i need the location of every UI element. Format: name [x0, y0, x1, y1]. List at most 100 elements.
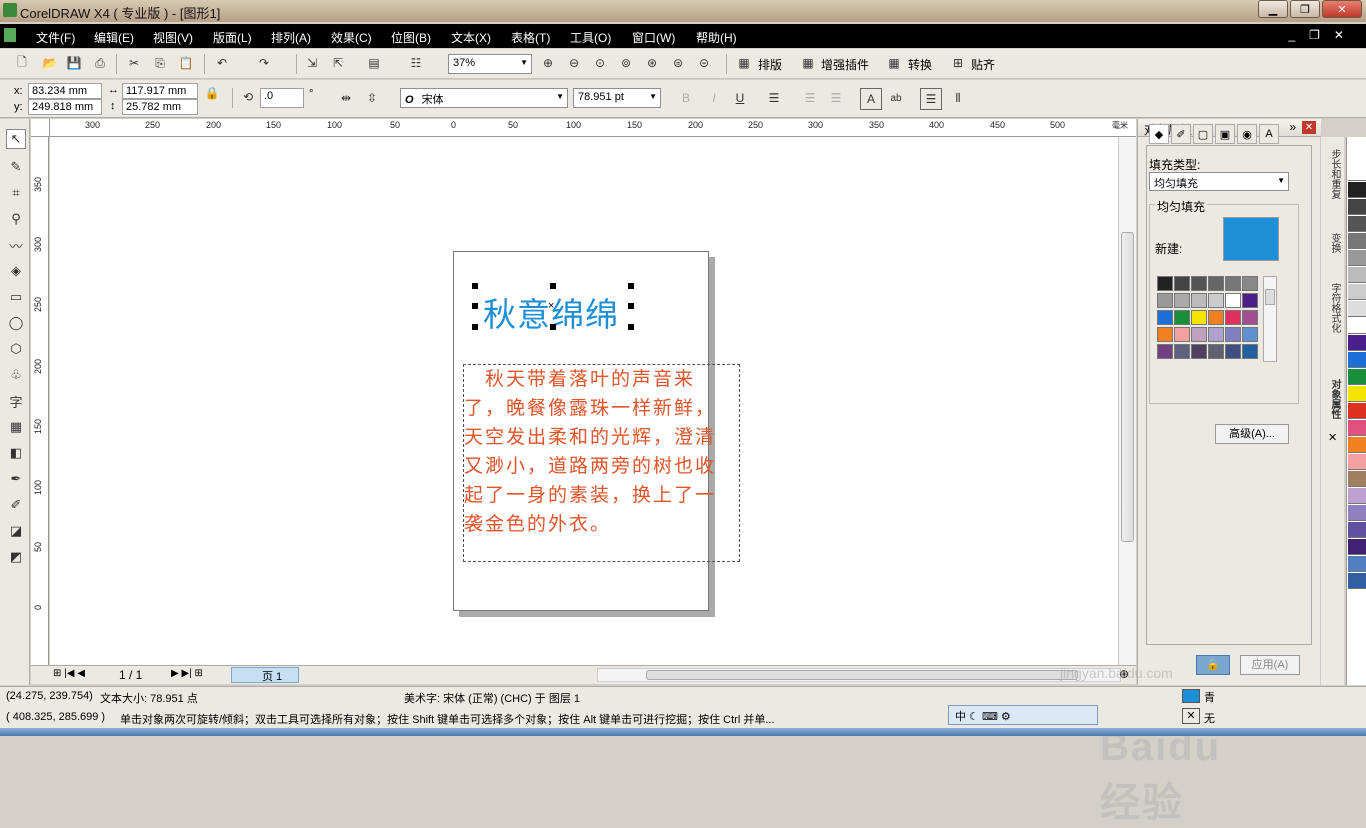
redo-icon[interactable]: ↷ — [256, 55, 272, 71]
lock-icon[interactable]: 🔒 — [1196, 655, 1230, 675]
palette-color[interactable] — [1348, 301, 1366, 317]
color-swatch[interactable] — [1208, 310, 1224, 325]
cut-icon[interactable]: ✂ — [126, 55, 142, 71]
convert-label[interactable]: 转换 — [908, 56, 932, 73]
palette-color[interactable] — [1348, 165, 1366, 181]
selection-handle[interactable] — [628, 303, 634, 309]
new-icon[interactable]: 🗋 — [14, 55, 30, 71]
docker-tab-transform[interactable]: 变换 — [1324, 233, 1342, 253]
internet-tab-icon[interactable]: ◉ — [1237, 124, 1257, 144]
color-swatch[interactable] — [1191, 310, 1207, 325]
zoom-all-icon[interactable]: ⊚ — [618, 55, 634, 71]
selection-handle[interactable] — [628, 283, 634, 289]
menu-effects[interactable]: 效果(C) — [331, 29, 372, 46]
palette-color[interactable] — [1348, 199, 1366, 215]
interactive-fill-tool-icon[interactable]: ◩ — [6, 547, 26, 567]
palette-color[interactable] — [1348, 522, 1366, 538]
panel-collapse-icon[interactable]: » — [1289, 120, 1296, 134]
document-icon[interactable] — [4, 28, 16, 42]
italic-icon[interactable]: I — [706, 90, 722, 106]
next-page-icon[interactable]: ▶ ▶| ⊞ — [171, 668, 203, 679]
rotation-angle-field[interactable]: .0 — [260, 88, 304, 108]
color-swatch[interactable] — [1174, 276, 1190, 291]
zoom-page-icon[interactable]: ⊛ — [644, 55, 660, 71]
palette-color[interactable] — [1348, 369, 1366, 385]
lock-ratio-icon[interactable]: 🔒 — [204, 85, 220, 101]
swatch-scrollbar[interactable] — [1263, 276, 1277, 362]
freehand-tool-icon[interactable]: 〰 — [6, 235, 26, 255]
x-position-field[interactable]: 83.234 mm — [28, 83, 102, 99]
color-swatch[interactable] — [1191, 293, 1207, 308]
color-swatch[interactable] — [1191, 344, 1207, 359]
outline-tool-icon[interactable]: ✐ — [6, 495, 26, 515]
crop-tool-icon[interactable]: ⌗ — [6, 183, 26, 203]
palette-color[interactable] — [1348, 539, 1366, 555]
layout-plugin-icon[interactable]: ▦ — [736, 55, 752, 71]
layout-plugin-label[interactable]: 排版 — [758, 56, 782, 73]
ime-toolbar[interactable]: 中 ☾ ⌨ ⚙ — [948, 705, 1098, 725]
welcome-screen-icon[interactable]: ☷ — [408, 55, 424, 71]
color-swatch[interactable] — [1225, 293, 1241, 308]
page-tab[interactable]: 页 1 — [231, 667, 299, 683]
palette-color[interactable] — [1348, 471, 1366, 487]
close-button[interactable]: ✕ — [1322, 0, 1362, 18]
zoom-height-icon[interactable]: ⊝ — [696, 55, 712, 71]
ruler-corner[interactable] — [31, 119, 50, 137]
paste-icon[interactable]: 📋 — [178, 55, 194, 71]
minimize-button[interactable]: ▁ — [1258, 0, 1288, 18]
palette-color[interactable] — [1348, 182, 1366, 198]
color-swatch[interactable] — [1174, 327, 1190, 342]
align-icon[interactable]: ☰ — [766, 90, 782, 106]
menu-text[interactable]: 文本(X) — [451, 29, 491, 46]
color-swatch[interactable] — [1191, 327, 1207, 342]
mirror-horizontal-icon[interactable]: ⇹ — [338, 90, 354, 106]
bold-icon[interactable]: B — [678, 90, 694, 106]
selection-handle[interactable] — [550, 283, 556, 289]
color-swatch[interactable] — [1242, 344, 1258, 359]
menu-file[interactable]: 文件(F) — [36, 29, 75, 46]
doc-window-buttons[interactable]: _❐✕ — [1289, 28, 1359, 42]
zoom-level-select[interactable]: 37% ▼ — [448, 54, 532, 74]
palette-color[interactable] — [1348, 250, 1366, 266]
palette-color[interactable] — [1348, 233, 1366, 249]
vertical-scroll-thumb[interactable] — [1121, 232, 1134, 542]
zoom-in-icon[interactable]: ⊕ — [540, 55, 556, 71]
horizontal-scrollbar[interactable] — [597, 668, 1121, 682]
menu-layout[interactable]: 版面(L) — [213, 29, 252, 46]
palette-color[interactable] — [1348, 556, 1366, 572]
snap-label[interactable]: 贴齐 — [971, 56, 995, 73]
menu-table[interactable]: 表格(T) — [511, 29, 550, 46]
color-swatch[interactable] — [1242, 310, 1258, 325]
color-swatch[interactable] — [1208, 293, 1224, 308]
zoom-tool-icon[interactable]: ⚲ — [6, 209, 26, 229]
character-format-icon[interactable]: A — [860, 88, 882, 110]
application-launcher-icon[interactable]: ▤ — [366, 55, 382, 71]
selection-handle[interactable] — [628, 324, 634, 330]
palette-color[interactable] — [1348, 267, 1366, 283]
horizontal-scroll-thumb[interactable] — [646, 670, 1078, 680]
horizontal-text-icon[interactable]: ☰ — [920, 88, 942, 110]
color-swatch[interactable] — [1157, 276, 1173, 291]
color-swatch[interactable] — [1174, 344, 1190, 359]
selection-handle[interactable] — [472, 324, 478, 330]
palette-color[interactable] — [1348, 437, 1366, 453]
width-field[interactable]: 117.917 mm — [122, 83, 198, 99]
zoom-out-icon[interactable]: ⊖ — [566, 55, 582, 71]
first-page-icon[interactable]: ⊞ |◀ ◀ — [53, 668, 85, 679]
palette-color[interactable] — [1348, 318, 1366, 334]
ellipse-tool-icon[interactable]: ◯ — [6, 313, 26, 333]
bullets-icon[interactable]: ☰ — [802, 90, 818, 106]
color-swatch[interactable] — [1208, 344, 1224, 359]
panel-close-button[interactable]: ✕ — [1302, 121, 1316, 134]
menu-help[interactable]: 帮助(H) — [696, 29, 737, 46]
palette-color[interactable] — [1348, 386, 1366, 402]
color-swatch[interactable] — [1242, 276, 1258, 291]
color-swatch[interactable] — [1225, 310, 1241, 325]
mirror-vertical-icon[interactable]: ⇳ — [364, 90, 380, 106]
color-swatch[interactable] — [1225, 327, 1241, 342]
color-swatch[interactable] — [1157, 310, 1173, 325]
open-icon[interactable]: 📂 — [42, 55, 58, 71]
text-tab-icon[interactable]: A — [1259, 124, 1279, 144]
selection-handle[interactable] — [472, 283, 478, 289]
color-swatch[interactable] — [1157, 327, 1173, 342]
